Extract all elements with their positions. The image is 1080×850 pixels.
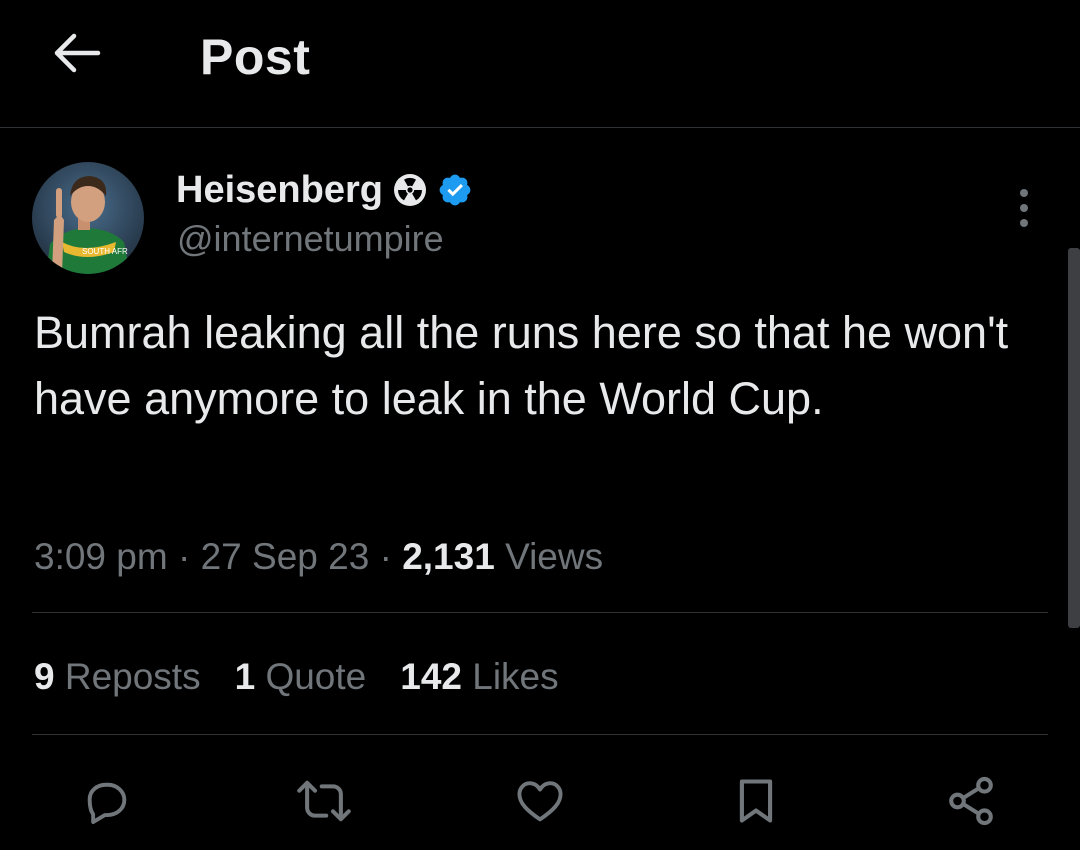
- more-dot-icon: [1020, 189, 1028, 197]
- meta-separator: ·: [167, 536, 201, 577]
- like-icon: [517, 781, 563, 822]
- bookmark-button[interactable]: [725, 770, 787, 832]
- reposts-count: 9: [34, 656, 55, 697]
- bookmark-icon: [739, 779, 773, 823]
- action-bar: [0, 770, 1080, 832]
- tweet-meta: 3:09 pm · 27 Sep 23 · 2,131 Views: [34, 532, 603, 582]
- more-options-button[interactable]: [1004, 180, 1044, 236]
- meta-separator: ·: [369, 536, 403, 577]
- quotes-count: 1: [234, 656, 256, 697]
- divider: [32, 612, 1048, 613]
- avatar-image: SOUTH AFR: [32, 162, 144, 274]
- more-dot-icon: [1020, 204, 1028, 212]
- share-icon: [949, 776, 993, 826]
- views-label: Views: [494, 536, 604, 577]
- author-name-row: Heisenberg: [176, 166, 473, 214]
- divider: [32, 734, 1048, 735]
- more-dot-icon: [1020, 219, 1028, 227]
- arrow-left-icon: [54, 33, 101, 73]
- repost-icon: [297, 780, 351, 822]
- author-display-name[interactable]: Heisenberg: [176, 169, 383, 212]
- page-title: Post: [200, 29, 311, 85]
- top-bar: Post: [0, 0, 1080, 128]
- likes-stat[interactable]: 142 Likes: [400, 656, 558, 698]
- reply-icon: [87, 782, 127, 824]
- engagement-stats: 9 Reposts 1 Quote 142 Likes: [34, 652, 593, 702]
- reply-button[interactable]: [76, 770, 138, 832]
- verified-badge-icon[interactable]: [437, 172, 473, 208]
- tweet-date[interactable]: 27 Sep 23: [201, 536, 370, 578]
- reposts-stat[interactable]: 9 Reposts: [34, 656, 201, 698]
- tweet-time[interactable]: 3:09 pm: [34, 536, 168, 578]
- back-button[interactable]: [44, 22, 110, 84]
- avatar[interactable]: SOUTH AFR: [32, 162, 144, 274]
- likes-label: Likes: [461, 656, 559, 697]
- views-count: 2,131: [402, 536, 495, 577]
- quotes-stat[interactable]: 1 Quote: [235, 656, 367, 698]
- tweet-text: Bumrah leaking all the runs here so that…: [34, 307, 1009, 424]
- scrollbar[interactable]: [1068, 248, 1080, 628]
- share-button[interactable]: [940, 770, 1002, 832]
- reposts-label: Reposts: [54, 656, 201, 697]
- like-button[interactable]: [509, 770, 571, 832]
- author-handle[interactable]: @internetumpire: [177, 218, 444, 260]
- quotes-label: Quote: [255, 656, 367, 697]
- repost-button[interactable]: [293, 770, 355, 832]
- avatar-shirt-text: SOUTH AFR: [82, 247, 128, 256]
- likes-count: 142: [400, 656, 462, 697]
- radioactive-icon: [393, 173, 427, 207]
